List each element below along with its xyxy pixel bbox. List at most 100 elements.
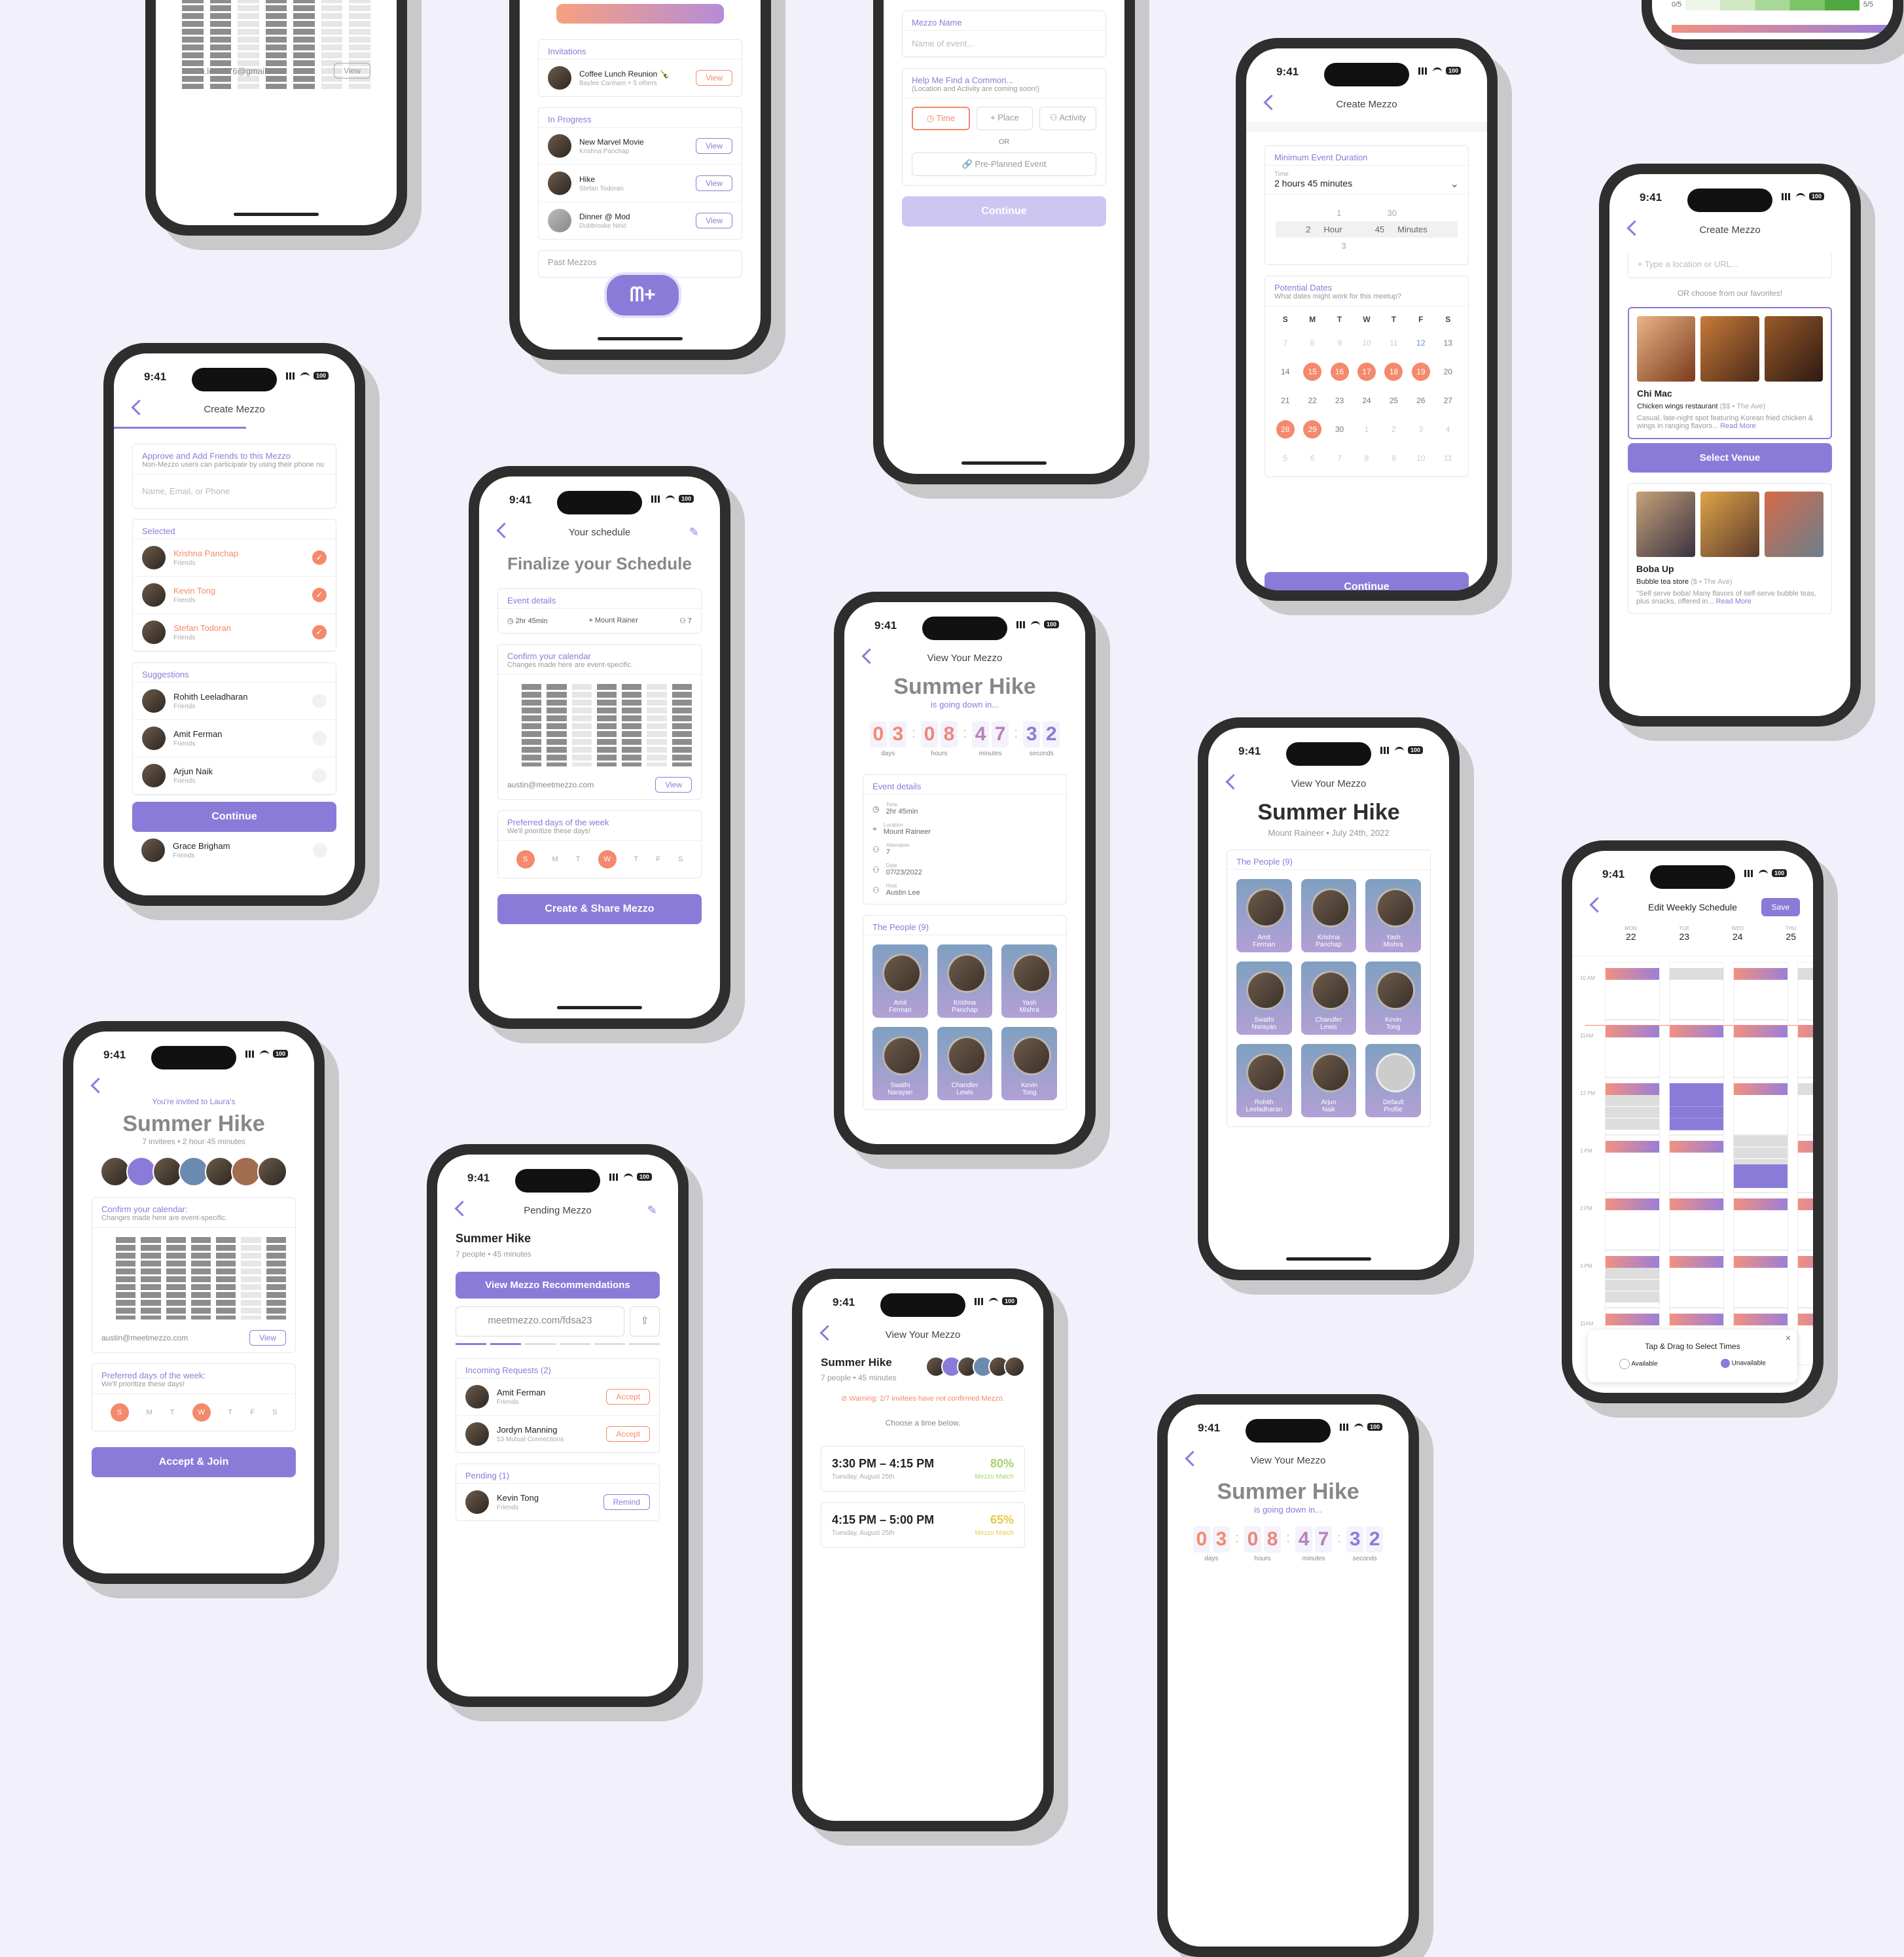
hour-slot[interactable] [1605,1077,1660,1135]
calendar-day[interactable]: 15 [1299,357,1325,386]
hour-slot[interactable] [1797,1250,1813,1308]
person-tile[interactable]: Yash Mishra [1365,879,1421,952]
person-tile[interactable]: Krishna Panchap [937,944,993,1018]
calendar-day[interactable]: 20 [1435,357,1462,386]
calendar-day[interactable]: 30 [1326,415,1353,444]
calendar-day[interactable]: 29 [1299,415,1325,444]
back-icon[interactable] [819,1325,836,1341]
day-toggle[interactable]: S [272,1409,277,1416]
calendar-day[interactable]: 10 [1407,444,1434,473]
calendar-day[interactable]: 13 [1435,329,1462,357]
hour-slot[interactable] [1797,1135,1813,1193]
hour-slot[interactable] [1605,1193,1660,1250]
hour-slot[interactable] [1605,1020,1660,1077]
time-slot-card[interactable]: 4:15 PM – 5:00 PM Tuesday, August 25th 65%… [821,1502,1025,1548]
accept-button[interactable]: Accept [606,1389,650,1405]
hour-slot[interactable] [1669,1077,1724,1135]
checkbox[interactable]: ✓ [312,768,327,783]
person-tile[interactable]: Swathi Narayan [1236,961,1292,1035]
schedule-grid[interactable] [498,675,701,770]
venue-card[interactable]: Chi Mac Chicken wings restaurant ($$ • T… [1628,307,1832,439]
select-venue-button[interactable]: Select Venue [1628,443,1832,473]
person-tile[interactable]: Chandler Lewis [937,1027,993,1100]
calendar-day[interactable]: 9 [1326,329,1353,357]
edit-icon[interactable]: ✎ [689,526,699,538]
schedule-grid[interactable] [92,1228,295,1323]
calendar-day[interactable]: 7 [1272,329,1299,357]
calendar-day[interactable]: 4 [1435,415,1462,444]
checkmark-icon[interactable]: ✓ [312,625,327,639]
remind-button[interactable]: Remind [603,1494,650,1510]
hour-slot[interactable] [1605,1250,1660,1308]
request-row[interactable]: Jordyn Manning 53 Mutual Connections Accep… [456,1416,659,1452]
person-tile[interactable]: Yash Mishra [1001,944,1057,1018]
calendar-day[interactable]: 7 [1326,444,1353,473]
accept-button[interactable]: Accept [606,1426,650,1442]
time-slot-card[interactable]: 3:30 PM – 4:15 PM Tuesday, August 25th 80%… [821,1446,1025,1492]
friend-row[interactable]: Stefan Todoran Friends ✓ [133,614,336,651]
hour-slot[interactable] [1733,1193,1788,1250]
duration-picker[interactable]: 1 30 2 Hour 45 Minutes 3 [1265,194,1468,264]
view-button[interactable]: View [696,138,732,154]
back-icon[interactable] [496,522,512,539]
save-button[interactable]: Save [1761,898,1800,916]
progress-row[interactable]: New Marvel Movie Krishna Panchap View [539,128,742,165]
friend-row[interactable]: Krishna Panchap Friends ✓ [133,539,336,577]
view-button[interactable]: View [334,63,370,79]
person-tile[interactable]: Krishna Panchap [1301,879,1357,952]
calendar-day[interactable]: 6 [1299,444,1325,473]
pending-row[interactable]: Kevin Tong Friends Remind [456,1484,659,1520]
time-option[interactable]: ◷ Time [912,107,970,130]
day-toggle[interactable]: M [147,1409,153,1416]
continue-button[interactable]: Continue [902,196,1106,226]
calendar-day[interactable]: 19 [1407,357,1434,386]
share-link-field[interactable]: meetmezzo.com/fdsa23 [456,1306,624,1337]
friend-row[interactable]: Rohith LeeladharanFriends ✓ [133,683,336,720]
calendar-day[interactable]: 22 [1299,386,1325,415]
back-icon[interactable] [1263,94,1280,111]
recommendations-button[interactable]: View Mezzo Recommendations [456,1272,660,1299]
person-tile[interactable]: Rohith Leeladharan [1236,1044,1292,1117]
back-icon[interactable] [861,648,878,664]
request-row[interactable]: Amit Ferman Friends Accept [456,1378,659,1416]
calendar-day[interactable]: 27 [1435,386,1462,415]
back-icon[interactable] [454,1200,471,1217]
venue-card[interactable]: Boba Up Bubble tea store ($ • The Ave) "… [1628,483,1832,614]
activity-option[interactable]: ⚇ Activity [1039,107,1097,130]
day-toggle[interactable]: T [228,1409,233,1416]
calendar[interactable]: S M T W T F S 7 8 9 10 11 12 13 14 15 16 17 18 19 20 21 22 23 24… [1265,306,1468,476]
view-button[interactable]: View [655,777,692,793]
calendar-day[interactable]: 11 [1435,444,1462,473]
back-icon[interactable] [1589,897,1606,913]
create-fab[interactable]: ᗰ+ [604,272,681,318]
calendar-day[interactable]: 12 [1407,329,1434,357]
accept-join-button[interactable]: Accept & Join [92,1447,296,1477]
day-toggle[interactable]: F [250,1409,255,1416]
person-tile[interactable]: Kevin Tong [1001,1027,1057,1100]
calendar-day[interactable]: 5 [1272,444,1299,473]
person-tile[interactable]: Amit Ferman [872,944,928,1018]
day-column[interactable] [1797,962,1813,1365]
hour-slot[interactable] [1733,1077,1788,1135]
progress-row[interactable]: Dinner @ Mod Dubbroske Next View [539,202,742,239]
checkmark-icon[interactable]: ✓ [312,588,327,602]
calendar-day[interactable]: 17 [1353,357,1380,386]
calendar-day[interactable]: 8 [1353,444,1380,473]
view-button[interactable]: View [696,70,732,86]
day-toggle[interactable]: M [552,855,558,863]
person-tile[interactable]: Kevin Tong [1365,961,1421,1035]
hour-slot[interactable] [1669,962,1724,1020]
hour-slot[interactable] [1605,962,1660,1020]
person-tile[interactable]: Chandler Lewis [1301,961,1357,1035]
back-icon[interactable] [90,1077,107,1094]
hour-slot[interactable] [1797,962,1813,1020]
calendar-day[interactable]: 14 [1272,357,1299,386]
back-icon[interactable] [1626,220,1643,236]
day-toggle[interactable]: S [678,855,683,863]
hour-slot[interactable] [1797,1193,1813,1250]
calendar-day[interactable]: 24 [1353,386,1380,415]
calendar-day[interactable]: 18 [1380,357,1407,386]
hour-slot[interactable] [1669,1020,1724,1077]
edit-icon[interactable]: ✎ [647,1204,657,1216]
day-column[interactable] [1669,962,1724,1365]
